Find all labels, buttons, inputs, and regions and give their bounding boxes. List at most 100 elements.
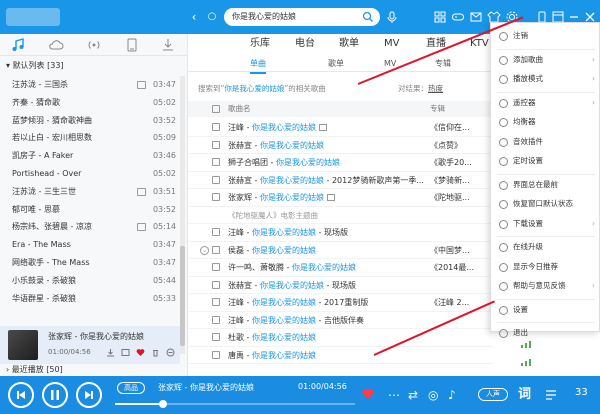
table-row[interactable]: 张赫宣 - 你是我心爱的姑娘 《点赞》 — [188, 137, 493, 154]
mail-icon[interactable] — [469, 10, 483, 24]
scrollbar[interactable] — [180, 76, 185, 354]
menu-item[interactable]: 显示今日推荐 — [491, 259, 600, 275]
table-row[interactable]: 杜歌 - 你是我心爱的姑娘 — [188, 329, 493, 347]
song-name-highlight[interactable]: 你是我心爱的姑娘 — [260, 193, 324, 202]
repeat-icon[interactable]: ⇄ — [408, 388, 418, 402]
menu-item[interactable]: 定时设置 — [491, 153, 600, 169]
mv-icon[interactable] — [318, 124, 327, 131]
prev-button[interactable] — [8, 382, 34, 408]
row-checkbox[interactable] — [212, 228, 220, 236]
subtab-playlists[interactable]: 歌单 — [328, 56, 344, 72]
tab-radio[interactable]: 电台 — [295, 34, 315, 54]
playlist-item[interactable]: 凯房子 - A Faker 03:46 — [0, 147, 180, 165]
mv-icon[interactable] — [137, 223, 146, 232]
song-album[interactable]: 《歌手20... — [430, 154, 472, 171]
playlist-item[interactable]: 汪苏泷 - 三生三世 03:51 — [0, 183, 180, 201]
menu-item[interactable]: 均衡器 — [491, 114, 600, 130]
pause-button[interactable] — [42, 382, 68, 408]
playlist-icon[interactable] — [544, 388, 558, 402]
menu-item[interactable]: 音效插件 — [491, 134, 600, 150]
music-note-icon[interactable] — [10, 37, 26, 53]
download-icon[interactable] — [160, 37, 176, 53]
table-row[interactable]: 汪峰 - 你是我心爱的姑娘 《信仰在... — [188, 119, 493, 137]
table-row[interactable]: 狮子合唱团 - 你是我心爱的姑娘 《歌手20... — [188, 154, 493, 172]
song-album[interactable]: 《陀地驱... — [430, 189, 470, 206]
heart-icon[interactable] — [136, 348, 145, 357]
menu-item[interactable]: 遥控器 › — [491, 95, 600, 111]
tab-mv[interactable]: MV — [384, 34, 399, 54]
row-checkbox[interactable] — [212, 175, 220, 184]
lyrics-button[interactable]: 词 — [518, 388, 531, 402]
subtab-songs[interactable]: 单曲 — [250, 56, 266, 74]
table-row[interactable]: 许一鸣、萧敬腾 - 你是我心爱的姑娘 《2014最... — [188, 259, 493, 277]
game-icon[interactable] — [451, 10, 465, 24]
voice-search-icon[interactable] — [385, 10, 399, 24]
mv-icon[interactable] — [326, 194, 335, 201]
menu-item[interactable]: 帮助与意见反馈 › — [491, 278, 600, 294]
song-album[interactable]: 《梦骑新... — [430, 172, 470, 189]
more-icon[interactable]: ⋯ — [388, 388, 400, 402]
select-all-checkbox[interactable] — [212, 105, 220, 113]
menu-item[interactable]: 播放模式 › — [491, 71, 600, 87]
playlist-header[interactable]: ▾ 默认列表 [33] — [0, 58, 188, 74]
row-checkbox[interactable] — [212, 193, 220, 201]
search-input[interactable]: 你是我心爱的姑娘 — [224, 8, 380, 26]
song-name-highlight[interactable]: 你是我心爱的姑娘 — [252, 246, 316, 255]
recent-played-header[interactable]: › 最近播放 [50] — [0, 364, 188, 376]
playlist-item[interactable]: 杨宗纬、张碧晨 - 凉凉 05:14 — [0, 218, 180, 236]
playlist-item[interactable]: 汪苏泷 - 三国杀 03:47 — [0, 76, 180, 94]
progress-handle[interactable] — [159, 400, 167, 408]
menu-item[interactable]: 在线升级 — [491, 239, 600, 255]
song-name-highlight[interactable]: 你是我心爱的姑娘 — [252, 298, 316, 307]
progress-bar[interactable] — [115, 400, 355, 408]
refresh-button[interactable]: ○ — [204, 9, 220, 25]
playlist-item[interactable]: Era - The Mass 03:47 — [0, 236, 180, 254]
quality-button[interactable]: 高品 — [117, 382, 145, 394]
table-row[interactable]: 汪峰 - 你是我心爱的姑娘 - 2017重制版 《汪峰 2... — [188, 294, 493, 312]
download-icon[interactable] — [106, 348, 115, 357]
song-name-highlight[interactable]: 你是我心爱的姑娘 — [252, 351, 316, 360]
vocal-mode-button[interactable]: 人声 — [478, 388, 508, 401]
playlist-item[interactable]: 华语群星 - 杀破狼 05:33 — [0, 290, 180, 308]
sort-by-heat[interactable]: 热度 — [428, 84, 443, 93]
mv-icon[interactable] — [121, 348, 130, 357]
row-checkbox[interactable] — [212, 333, 220, 341]
tab-library[interactable]: 乐库 — [250, 34, 270, 54]
back-button[interactable]: ‹ — [186, 9, 202, 25]
song-name-highlight[interactable]: 你是我心爱的姑娘 — [260, 281, 324, 290]
menu-item[interactable]: 界面总在最前 — [491, 177, 600, 193]
next-button[interactable] — [76, 382, 102, 408]
playlist-item[interactable]: 小乐鼓录 - 杀破狼 05:44 — [0, 272, 180, 290]
song-name-highlight[interactable]: 你是我心爱的姑娘 — [260, 176, 324, 185]
playlist-item[interactable]: Portishead - Over 05:02 — [0, 165, 180, 183]
row-checkbox[interactable] — [212, 315, 220, 324]
menu-item[interactable]: 注销 — [491, 28, 600, 44]
song-album[interactable]: 《点赞》 — [430, 137, 462, 154]
menu-item[interactable]: 设置 — [491, 302, 600, 318]
subtab-albums[interactable]: 专辑 — [435, 56, 451, 72]
expand-icon[interactable]: ⌄ — [200, 245, 209, 255]
song-album[interactable]: 《中国梦... — [430, 242, 470, 259]
table-row[interactable]: 《陀地驱魔人》电影主题曲 — [188, 207, 493, 224]
menu-item[interactable]: 下载设置 › — [491, 216, 600, 232]
row-checkbox[interactable] — [212, 350, 220, 359]
table-row[interactable]: 张赫宣 - 你是我心爱的姑娘 - 现场版 — [188, 277, 493, 294]
song-name-highlight[interactable]: 你是我心爱的姑娘 — [260, 141, 324, 150]
device-icon[interactable] — [124, 37, 140, 53]
scrollbar-thumb[interactable] — [180, 246, 185, 346]
song-name-highlight[interactable]: 你是我心爱的姑娘 — [252, 228, 316, 237]
now-playing-item[interactable]: 张家辉 - 你是我心爱的姑娘 01:00/04:56 — [0, 326, 180, 364]
volume-icon[interactable]: ♪ — [448, 388, 456, 402]
playlist-item[interactable]: 网络歌手 - The Mass 03:47 — [0, 254, 180, 272]
row-checkbox[interactable] — [212, 263, 220, 271]
menu-item[interactable]: 退出 — [491, 325, 600, 341]
table-row[interactable]: 张赫宣 - 你是我心爱的姑娘 - 2012梦骑新歌声第一季... 《梦骑新... — [188, 172, 493, 189]
search-icon[interactable] — [362, 11, 374, 23]
song-name-highlight[interactable]: 你是我心爱的姑娘 — [252, 123, 316, 132]
song-name-highlight[interactable]: 你是我心爱的姑娘 — [292, 263, 356, 272]
song-album[interactable]: 《信仰在... — [430, 119, 470, 136]
mv-icon[interactable] — [137, 187, 146, 196]
cloud-icon[interactable] — [48, 37, 64, 53]
song-name-highlight[interactable]: 你是我心爱的姑娘 — [276, 158, 340, 167]
table-row[interactable]: 张家辉 - 你是我心爱的姑娘 《陀地驱... — [188, 189, 493, 207]
